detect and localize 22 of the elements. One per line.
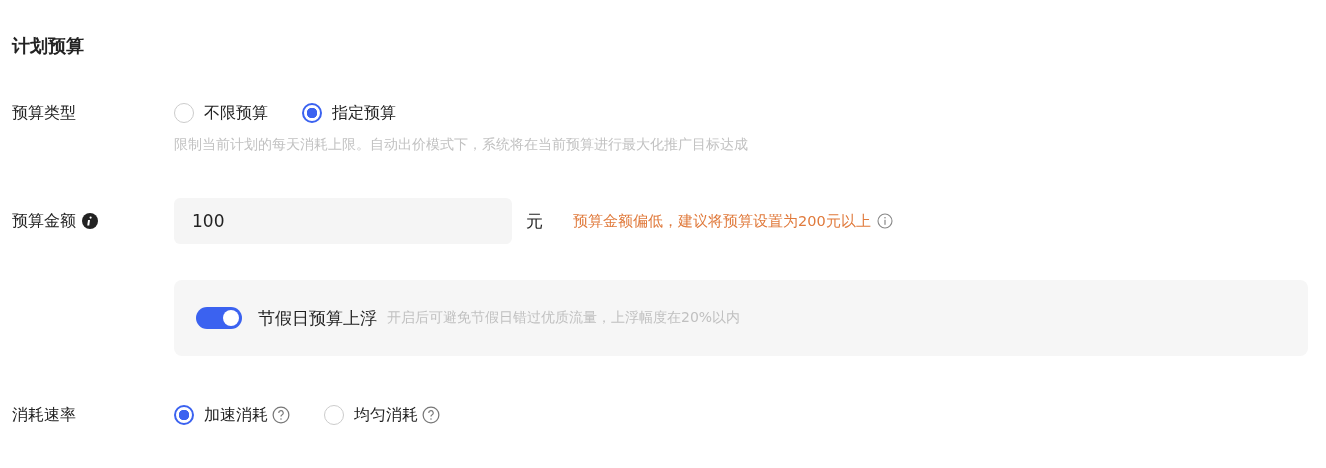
- option-label: 均匀消耗: [354, 404, 418, 426]
- field-label: 预算金额: [12, 210, 76, 232]
- radio-option[interactable]: 指定预算: [302, 102, 396, 124]
- option-label: 加速消耗: [204, 404, 268, 426]
- option-label: 不限预算: [204, 102, 268, 124]
- radio-option[interactable]: 加速消耗: [174, 404, 290, 426]
- toggle-switch[interactable]: [196, 307, 242, 329]
- toggle-label: 节假日预算上浮: [258, 306, 377, 330]
- warning-text: 预算金额偏低，建议将预算设置为200元以上: [573, 211, 871, 231]
- amount-input[interactable]: 100: [174, 198, 512, 244]
- radio-option[interactable]: 不限预算: [174, 102, 268, 124]
- info-icon[interactable]: [82, 213, 98, 229]
- radio-button[interactable]: [174, 405, 194, 425]
- field-label: 预算类型: [12, 102, 76, 124]
- radio-option[interactable]: 均匀消耗: [324, 404, 440, 426]
- field-label: 消耗速率: [12, 404, 76, 426]
- radio-button[interactable]: [302, 103, 322, 123]
- help-icon[interactable]: [422, 406, 440, 424]
- help-icon[interactable]: [272, 406, 290, 424]
- unit-label: 元: [526, 209, 543, 233]
- option-label: 指定预算: [332, 102, 396, 124]
- section-title: 计划预算: [12, 34, 85, 58]
